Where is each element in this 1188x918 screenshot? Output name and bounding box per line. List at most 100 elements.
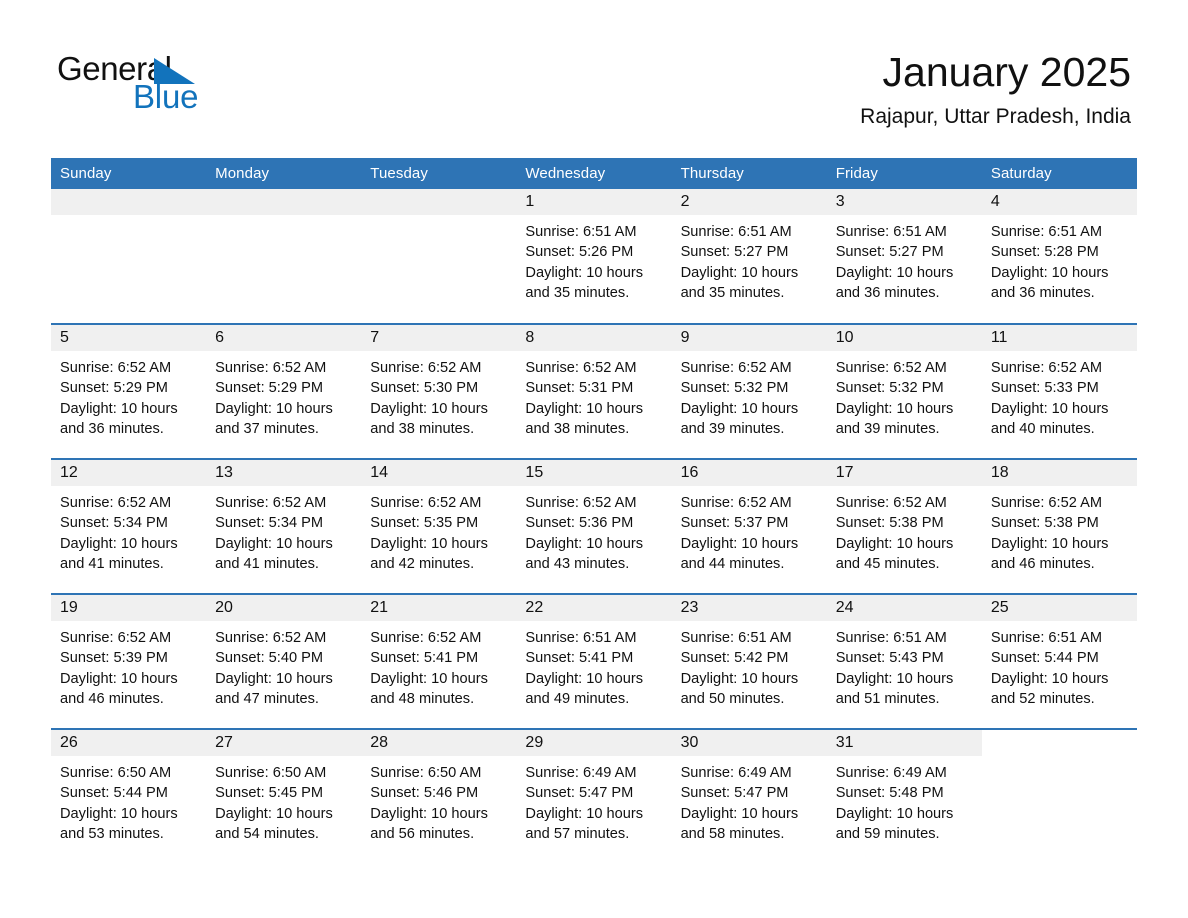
sunset-text: Sunset: 5:43 PM — [835, 650, 944, 667]
calendar-day-cell[interactable]: 1 Sunrise: 6:51 AM Sunset: 5:26 PM Daylight… — [516, 189, 672, 324]
day-details: Sunrise: 6:52 AM Sunset: 5:35 PM Daylight:… — [361, 486, 516, 575]
daylight-text-line1: Daylight: 10 hours — [370, 670, 488, 687]
calendar-day-cell[interactable]: 6 Sunrise: 6:52 AM Sunset: 5:29 PM Daylight… — [206, 323, 362, 459]
calendar-day-cell[interactable]: 19 Sunrise: 6:52 AM Sunset: 5:39 PM Dayligh… — [51, 593, 207, 729]
daylight-text-line1: Daylight: 10 hours — [525, 535, 644, 552]
sunrise-text: Sunrise: 6:52 AM — [835, 495, 947, 511]
calendar-empty-cell — [981, 728, 1137, 864]
daylight-text-line1: Daylight: 10 hours — [990, 264, 1109, 281]
sunset-text: Sunset: 5:29 PM — [215, 380, 324, 397]
calendar-day-cell[interactable]: 7 Sunrise: 6:52 AM Sunset: 5:30 PM Daylight… — [361, 323, 517, 459]
daylight-text-line2: and 57 minutes. — [525, 826, 630, 843]
daylight-text-line1: Daylight: 10 hours — [215, 400, 333, 417]
day-number: 28 — [361, 730, 517, 756]
day-details: Sunrise: 6:52 AM Sunset: 5:37 PM Daylight:… — [672, 486, 827, 575]
calendar-day-cell[interactable]: 4 Sunrise: 6:51 AM Sunset: 5:28 PM Daylight… — [981, 189, 1137, 324]
calendar-day-cell[interactable]: 16 Sunrise: 6:52 AM Sunset: 5:37 PM Dayligh… — [671, 458, 827, 594]
daylight-text-line1: Daylight: 10 hours — [525, 264, 644, 281]
daylight-text-line2: and 36 minutes. — [990, 285, 1095, 302]
daylight-text-line2: and 37 minutes. — [215, 421, 319, 438]
sunrise-text: Sunrise: 6:52 AM — [525, 360, 637, 376]
sunset-text: Sunset: 5:41 PM — [525, 650, 634, 667]
sunset-text: Sunset: 5:26 PM — [525, 244, 634, 261]
calendar-table: Sunday Monday Tuesday Wednesday Thursday… — [51, 158, 1137, 864]
calendar-day-cell[interactable]: 14 Sunrise: 6:52 AM Sunset: 5:35 PM Dayligh… — [361, 458, 517, 594]
daylight-text-line1: Daylight: 10 hours — [60, 670, 178, 687]
calendar-day-cell[interactable]: 3 Sunrise: 6:51 AM Sunset: 5:27 PM Daylight… — [826, 189, 982, 324]
sunset-text: Sunset: 5:44 PM — [990, 650, 1099, 667]
sunrise-text: Sunrise: 6:52 AM — [370, 630, 482, 646]
sunrise-text: Sunrise: 6:49 AM — [680, 765, 792, 781]
calendar-day-cell[interactable]: 28 Sunrise: 6:50 AM Sunset: 5:46 PM Dayligh… — [361, 728, 517, 864]
day-number: 9 — [671, 325, 827, 351]
day-number — [981, 730, 1137, 756]
sunrise-text: Sunrise: 6:49 AM — [525, 765, 637, 781]
sunrise-text: Sunrise: 6:52 AM — [990, 360, 1102, 376]
sunset-text: Sunset: 5:31 PM — [525, 380, 634, 397]
daylight-text-line2: and 53 minutes. — [60, 826, 164, 843]
calendar-day-cell[interactable]: 18 Sunrise: 6:52 AM Sunset: 5:38 PM Dayligh… — [981, 458, 1137, 594]
day-details: Sunrise: 6:52 AM Sunset: 5:38 PM Daylight:… — [827, 486, 982, 575]
calendar-day-cell[interactable]: 10 Sunrise: 6:52 AM Sunset: 5:32 PM Dayligh… — [826, 323, 982, 459]
day-details: Sunrise: 6:52 AM Sunset: 5:29 PM Daylight:… — [206, 351, 361, 440]
day-number: 11 — [981, 325, 1137, 351]
calendar-day-cell[interactable]: 12 Sunrise: 6:52 AM Sunset: 5:34 PM Dayligh… — [51, 458, 207, 594]
daylight-text-line1: Daylight: 10 hours — [215, 805, 333, 822]
calendar-day-cell[interactable]: 13 Sunrise: 6:52 AM Sunset: 5:34 PM Dayligh… — [206, 458, 362, 594]
sunset-text: Sunset: 5:42 PM — [680, 650, 789, 667]
sunset-text: Sunset: 5:46 PM — [370, 785, 479, 802]
sunrise-text: Sunrise: 6:52 AM — [680, 360, 792, 376]
calendar-day-cell[interactable]: 24 Sunrise: 6:51 AM Sunset: 5:43 PM Dayligh… — [826, 593, 982, 729]
day-number: 6 — [206, 325, 362, 351]
generalblue-logo[interactable]: General Blue — [57, 50, 317, 120]
sunrise-text: Sunrise: 6:49 AM — [835, 765, 947, 781]
sunset-text: Sunset: 5:41 PM — [370, 650, 479, 667]
daylight-text-line2: and 46 minutes. — [990, 556, 1095, 573]
calendar-day-cell[interactable]: 22 Sunrise: 6:51 AM Sunset: 5:41 PM Dayligh… — [516, 593, 672, 729]
daylight-text-line1: Daylight: 10 hours — [835, 805, 954, 822]
day-details: Sunrise: 6:51 AM Sunset: 5:27 PM Daylight:… — [827, 215, 982, 304]
sunset-text: Sunset: 5:27 PM — [835, 244, 944, 261]
daylight-text-line1: Daylight: 10 hours — [680, 535, 799, 552]
calendar-week-row: 12 Sunrise: 6:52 AM Sunset: 5:34 PM Dayligh… — [51, 458, 1137, 594]
calendar-day-cell[interactable]: 30 Sunrise: 6:49 AM Sunset: 5:47 PM Dayligh… — [671, 728, 827, 864]
calendar-day-cell[interactable]: 5 Sunrise: 6:52 AM Sunset: 5:29 PM Daylight… — [51, 323, 207, 459]
calendar-day-cell[interactable]: 27 Sunrise: 6:50 AM Sunset: 5:45 PM Dayligh… — [206, 728, 362, 864]
day-details: Sunrise: 6:51 AM Sunset: 5:27 PM Daylight:… — [672, 215, 827, 304]
calendar-day-cell[interactable]: 8 Sunrise: 6:52 AM Sunset: 5:31 PM Daylight… — [516, 323, 672, 459]
calendar-day-cell[interactable]: 2 Sunrise: 6:51 AM Sunset: 5:27 PM Daylight… — [671, 189, 827, 324]
calendar-body: 1 Sunrise: 6:51 AM Sunset: 5:26 PM Daylight… — [51, 189, 1137, 864]
calendar-day-cell[interactable]: 15 Sunrise: 6:52 AM Sunset: 5:36 PM Dayligh… — [516, 458, 672, 594]
calendar-day-cell[interactable]: 9 Sunrise: 6:52 AM Sunset: 5:32 PM Daylight… — [671, 323, 827, 459]
day-details: Sunrise: 6:52 AM Sunset: 5:34 PM Daylight:… — [51, 486, 206, 575]
calendar-day-cell[interactable]: 29 Sunrise: 6:49 AM Sunset: 5:47 PM Dayligh… — [516, 728, 672, 864]
sunset-text: Sunset: 5:27 PM — [680, 244, 789, 261]
calendar-day-cell[interactable]: 11 Sunrise: 6:52 AM Sunset: 5:33 PM Dayligh… — [981, 323, 1137, 459]
day-details: Sunrise: 6:51 AM Sunset: 5:43 PM Daylight:… — [827, 621, 982, 710]
day-details: Sunrise: 6:49 AM Sunset: 5:47 PM Daylight:… — [672, 756, 827, 845]
daylight-text-line2: and 47 minutes. — [215, 691, 319, 708]
calendar-day-cell[interactable]: 25 Sunrise: 6:51 AM Sunset: 5:44 PM Dayligh… — [981, 593, 1137, 729]
calendar-day-cell[interactable]: 17 Sunrise: 6:52 AM Sunset: 5:38 PM Dayligh… — [826, 458, 982, 594]
calendar-day-cell[interactable]: 31 Sunrise: 6:49 AM Sunset: 5:48 PM Dayligh… — [826, 728, 982, 864]
day-number — [361, 189, 517, 215]
day-details: Sunrise: 6:52 AM Sunset: 5:40 PM Daylight:… — [206, 621, 361, 710]
daylight-text-line1: Daylight: 10 hours — [525, 805, 644, 822]
day-details: Sunrise: 6:52 AM Sunset: 5:32 PM Daylight:… — [827, 351, 982, 440]
daylight-text-line2: and 43 minutes. — [525, 556, 630, 573]
daylight-text-line2: and 41 minutes. — [60, 556, 164, 573]
weekday-header-thursday: Thursday — [671, 158, 827, 189]
sunset-text: Sunset: 5:34 PM — [60, 515, 168, 532]
calendar-day-cell[interactable]: 23 Sunrise: 6:51 AM Sunset: 5:42 PM Dayligh… — [671, 593, 827, 729]
daylight-text-line1: Daylight: 10 hours — [680, 670, 799, 687]
sunrise-text: Sunrise: 6:51 AM — [680, 224, 792, 240]
calendar-day-cell[interactable]: 26 Sunrise: 6:50 AM Sunset: 5:44 PM Dayligh… — [51, 728, 207, 864]
day-number: 29 — [516, 730, 672, 756]
calendar-day-cell[interactable]: 20 Sunrise: 6:52 AM Sunset: 5:40 PM Dayligh… — [206, 593, 362, 729]
sunset-text: Sunset: 5:28 PM — [990, 244, 1099, 261]
calendar-week-row: 1 Sunrise: 6:51 AM Sunset: 5:26 PM Daylight… — [51, 189, 1137, 324]
daylight-text-line2: and 36 minutes. — [835, 285, 940, 302]
daylight-text-line1: Daylight: 10 hours — [835, 535, 954, 552]
calendar-day-cell[interactable]: 21 Sunrise: 6:52 AM Sunset: 5:41 PM Dayligh… — [361, 593, 517, 729]
sunset-text: Sunset: 5:39 PM — [60, 650, 168, 667]
